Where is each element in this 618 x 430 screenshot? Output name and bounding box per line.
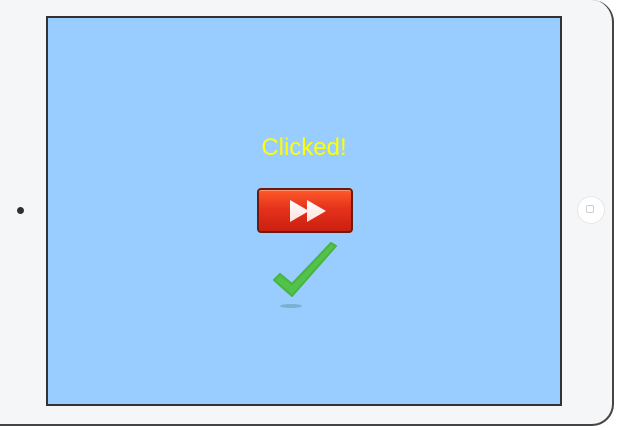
tablet-screen: Clicked! — [46, 16, 562, 406]
fast-forward-icon — [290, 200, 326, 222]
checkmark-icon — [273, 242, 337, 297]
home-button-icon[interactable] — [578, 197, 604, 223]
fast-forward-button[interactable] — [257, 188, 353, 233]
status-text: Clicked! — [261, 134, 347, 161]
camera-dot-icon — [17, 207, 24, 214]
checkmark-shadow — [280, 304, 302, 308]
tablet-device-frame: Clicked! — [0, 0, 614, 426]
